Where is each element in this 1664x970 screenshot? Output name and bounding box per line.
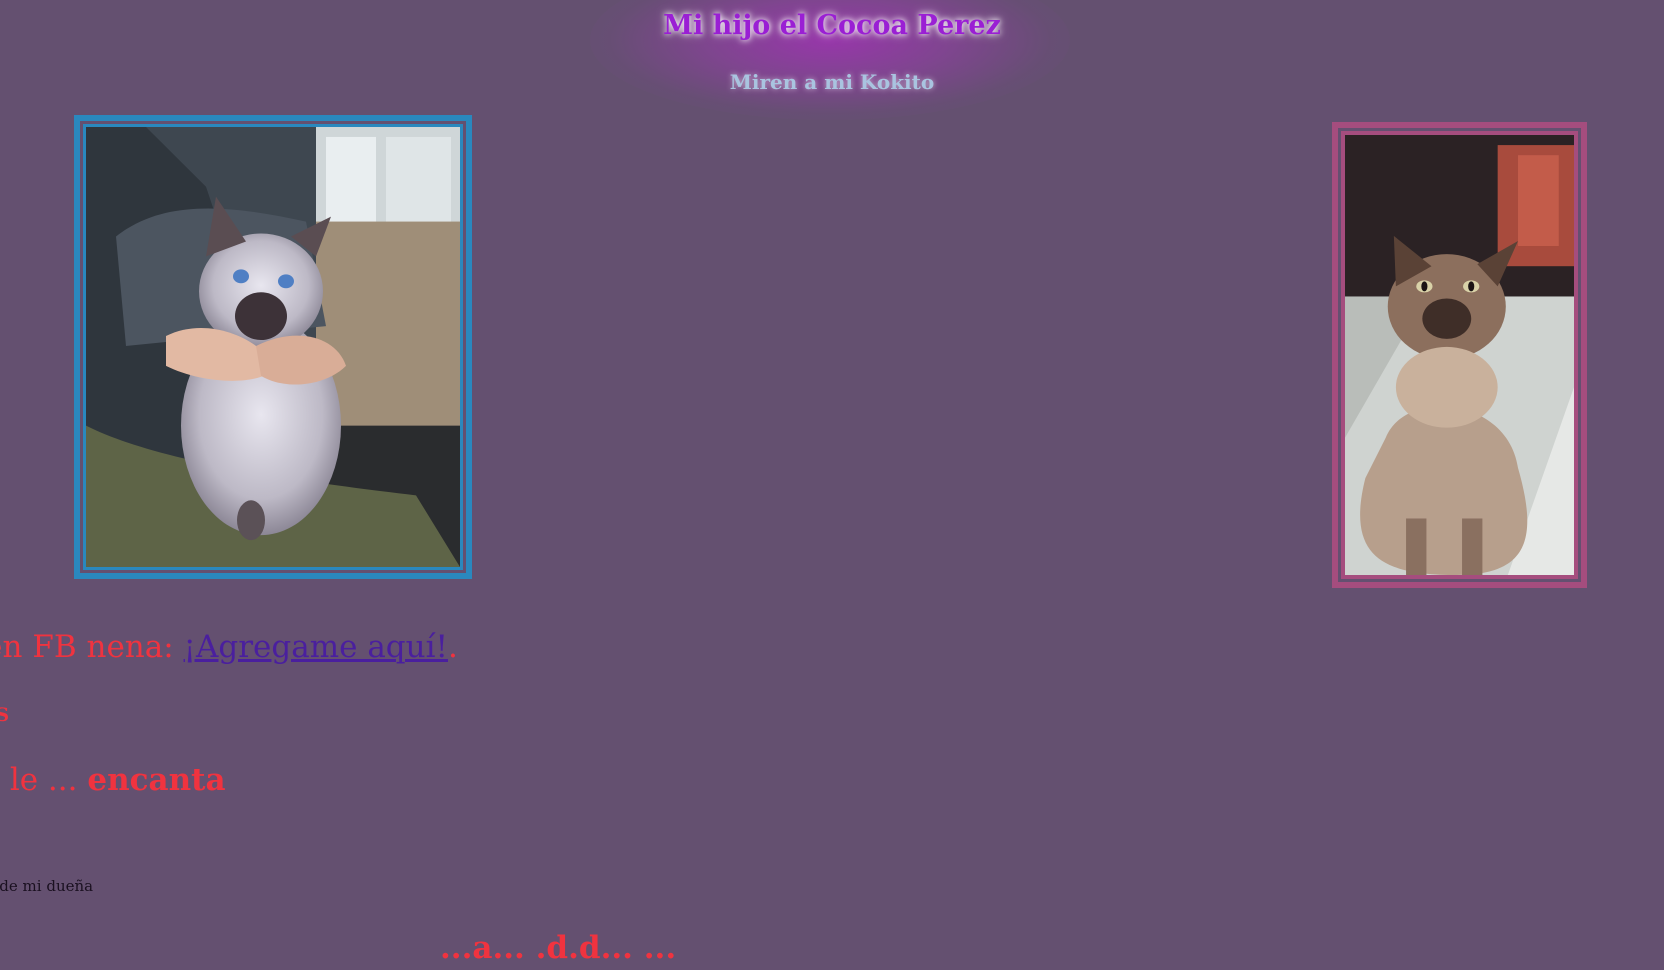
facebook-link-open: ¡	[183, 629, 196, 665]
encanta-line: n le ... encanta	[0, 758, 226, 802]
facebook-link[interactable]: ¡Agregame aquí!	[184, 629, 448, 665]
favoritos-heading: RITOS	[0, 704, 10, 726]
cat-photo	[1345, 135, 1574, 575]
cat-photo-frame	[1332, 122, 1587, 588]
page-title: Mi hijo el Cocoa Perez	[663, 10, 1001, 41]
facebook-line: ne en FB nena: ¡Agregame aquí!.	[0, 625, 458, 669]
facebook-line-suffix: .	[447, 629, 458, 665]
kitten-photo-frame	[74, 115, 472, 579]
bottom-cut-text: ...a... .d.d... ...	[440, 930, 677, 966]
facebook-link-text: Agregame aquí!	[196, 629, 448, 665]
facebook-line-prefix: ne en FB nena:	[0, 629, 174, 665]
encanta-bold: encanta	[87, 762, 226, 798]
encanta-prefix: n le ...	[0, 762, 78, 798]
page-subtitle: Miren a mi Kokito	[729, 70, 935, 94]
duena-text: ne de mi dueña	[0, 877, 94, 895]
kitten-photo	[86, 127, 460, 567]
